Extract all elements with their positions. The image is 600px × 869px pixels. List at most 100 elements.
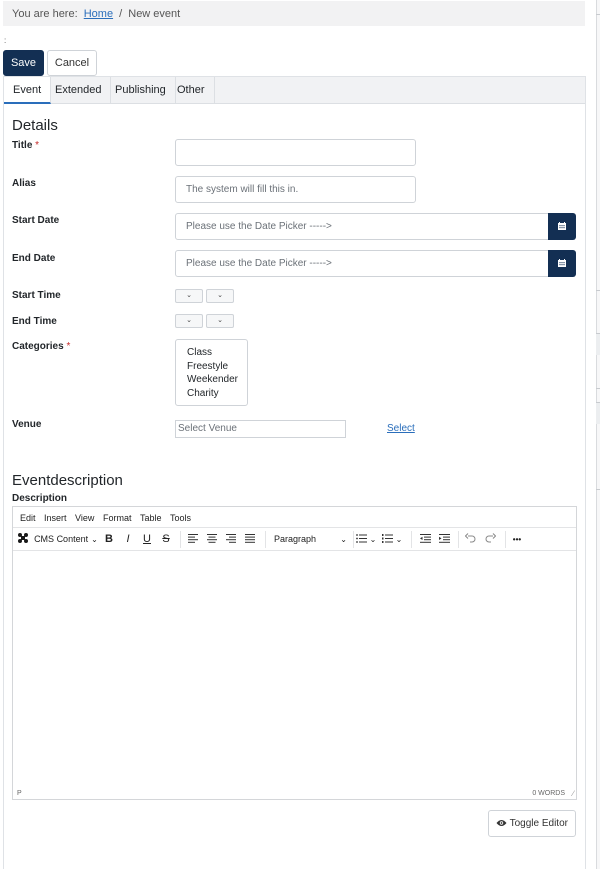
breadcrumb-home-link[interactable]: Home xyxy=(84,8,113,20)
category-option[interactable]: Charity xyxy=(187,387,247,401)
title-label: Title * xyxy=(12,140,40,151)
toolbar-separator xyxy=(411,531,412,548)
toolbar-separator xyxy=(180,531,181,548)
outdent-button[interactable] xyxy=(417,528,433,551)
bullet-list-button[interactable]: ⌄ xyxy=(355,528,377,551)
bold-button[interactable]: B xyxy=(102,528,116,551)
eye-icon xyxy=(496,820,507,826)
end-time-label: End Time xyxy=(12,316,57,327)
alias-field[interactable]: The system will fill this in. xyxy=(175,176,416,203)
cancel-button[interactable]: Cancel xyxy=(47,50,97,76)
align-center-icon xyxy=(207,534,217,543)
alias-label: Alias xyxy=(12,178,36,189)
stray-mark: : xyxy=(4,36,7,45)
sidebar-divider xyxy=(596,388,600,389)
bullet-list-icon xyxy=(355,534,367,543)
numbered-list-button[interactable]: ⌄ xyxy=(381,528,403,551)
editor-statusbar: P 0 WORDS ∕ xyxy=(13,789,576,799)
venue-select-link[interactable]: Select xyxy=(387,423,415,434)
toggle-editor-button[interactable]: Toggle Editor xyxy=(488,810,576,837)
category-option[interactable]: Class xyxy=(187,346,247,360)
toolbar-separator xyxy=(458,531,459,548)
eventdescription-heading: Eventdescription xyxy=(12,472,123,489)
categories-listbox[interactable]: Class Freestyle Weekender Charity xyxy=(175,339,248,406)
tab-event[interactable]: Event xyxy=(4,77,52,104)
align-left-button[interactable] xyxy=(185,528,201,551)
calendar-icon xyxy=(558,259,566,267)
start-date-label: Start Date xyxy=(12,215,60,226)
start-date-calendar-button[interactable] xyxy=(548,213,576,240)
chevron-down-icon: ⌄ xyxy=(395,535,403,544)
block-format-label: Paragraph xyxy=(274,534,317,544)
end-date-field[interactable]: Please use the Date Picker -----> xyxy=(175,250,549,277)
undo-icon xyxy=(464,533,475,543)
cms-content-label: CMS Content xyxy=(34,534,89,544)
cms-content-button[interactable]: CMS Content ⌄ xyxy=(17,528,103,551)
strikethrough-button[interactable]: S xyxy=(159,528,173,551)
sidebar-panel-header xyxy=(596,402,600,424)
category-option[interactable]: Freestyle xyxy=(187,360,247,374)
breadcrumb-current: New event xyxy=(128,8,181,20)
end-date-calendar-button[interactable] xyxy=(548,250,576,277)
editor-content-area[interactable] xyxy=(13,552,576,788)
align-justify-button[interactable] xyxy=(242,528,258,551)
toolbar-separator xyxy=(265,531,266,548)
underline-button[interactable]: U xyxy=(140,528,154,551)
chevron-down-icon: ⌄ xyxy=(340,535,347,544)
title-field[interactable] xyxy=(175,139,416,166)
align-center-button[interactable] xyxy=(204,528,220,551)
right-sidebar-edge xyxy=(596,0,600,869)
end-time-hour-select[interactable]: ⌄ xyxy=(175,314,203,328)
undo-button[interactable] xyxy=(462,528,478,551)
breadcrumb-separator: / xyxy=(119,8,123,20)
italic-button[interactable]: I xyxy=(121,528,135,551)
chevron-down-icon: ⌄ xyxy=(369,535,377,544)
menu-tools[interactable]: Tools xyxy=(170,513,191,523)
redo-button[interactable] xyxy=(482,528,498,551)
editor-menubar: Edit Insert View Format Table Tools xyxy=(13,507,576,528)
start-time-minute-select[interactable]: ⌄ xyxy=(206,289,234,303)
chevron-down-icon: ⌄ xyxy=(91,535,98,544)
chevron-down-icon: ⌄ xyxy=(217,317,223,324)
toggle-editor-label: Toggle Editor xyxy=(509,818,568,829)
chevron-down-icon: ⌄ xyxy=(186,292,192,299)
breadcrumb: You are here: Home / New event xyxy=(3,1,585,26)
save-button[interactable]: Save xyxy=(3,50,44,76)
details-heading: Details xyxy=(12,117,58,134)
indent-button[interactable] xyxy=(436,528,452,551)
menu-table[interactable]: Table xyxy=(140,513,162,523)
toolbar-separator xyxy=(505,531,506,548)
redo-icon xyxy=(485,533,496,543)
menu-view[interactable]: View xyxy=(75,513,94,523)
required-mark: * xyxy=(35,140,40,151)
venue-label: Venue xyxy=(12,419,42,430)
resize-handle-icon[interactable]: ∕ xyxy=(573,789,574,798)
more-button[interactable]: ••• xyxy=(508,528,526,551)
toolbar-separator xyxy=(353,531,354,548)
chevron-down-icon: ⌄ xyxy=(217,292,223,299)
sidebar-divider xyxy=(596,489,600,490)
tab-other[interactable]: Other xyxy=(168,77,215,104)
tab-extended[interactable]: Extended xyxy=(46,77,112,104)
menu-edit[interactable]: Edit xyxy=(20,513,36,523)
menu-insert[interactable]: Insert xyxy=(44,513,67,523)
block-format-select[interactable]: Paragraph ⌄ xyxy=(271,528,351,551)
tab-publishing[interactable]: Publishing xyxy=(106,77,176,104)
start-date-field[interactable]: Please use the Date Picker -----> xyxy=(175,213,549,240)
align-right-button[interactable] xyxy=(223,528,239,551)
categories-label: Categories * xyxy=(12,341,71,352)
indent-icon xyxy=(438,534,450,543)
breadcrumb-prefix: You are here: xyxy=(12,8,78,20)
venue-field[interactable]: Select Venue xyxy=(175,420,346,438)
start-time-hour-select[interactable]: ⌄ xyxy=(175,289,203,303)
element-path[interactable]: P xyxy=(17,790,22,797)
category-option[interactable]: Weekender xyxy=(187,373,247,387)
sidebar-divider xyxy=(596,290,600,291)
end-time-minute-select[interactable]: ⌄ xyxy=(206,314,234,328)
menu-format[interactable]: Format xyxy=(103,513,132,523)
chevron-down-icon: ⌄ xyxy=(186,317,192,324)
word-count: 0 WORDS xyxy=(532,790,565,797)
joomla-icon xyxy=(18,533,28,543)
numbered-list-icon xyxy=(381,534,393,543)
sidebar-divider xyxy=(596,14,600,15)
